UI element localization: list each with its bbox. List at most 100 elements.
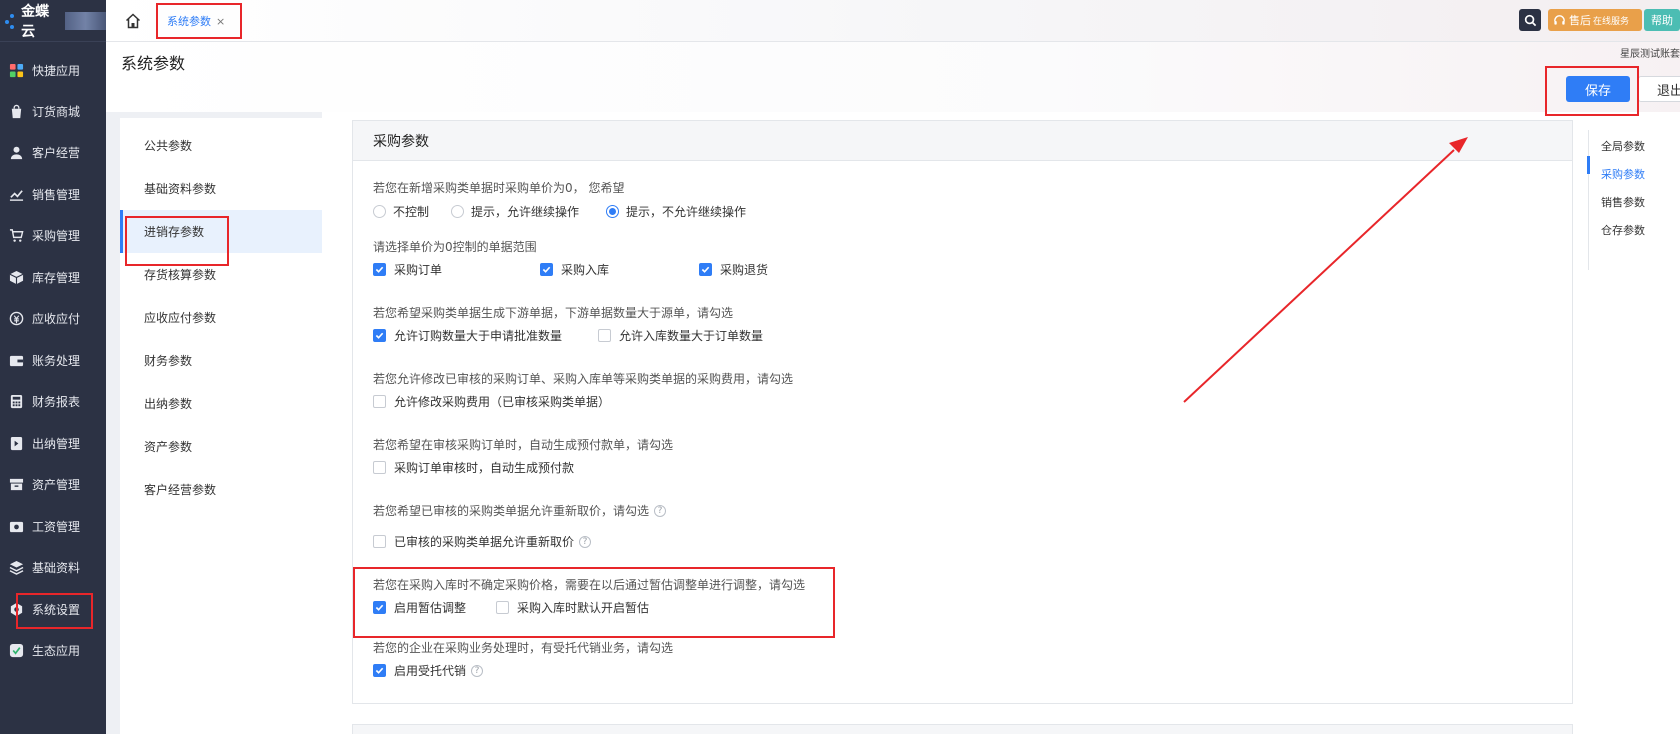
category-finance[interactable]: 财务参数: [120, 339, 322, 382]
sidebar-item-sales[interactable]: 销售管理: [0, 177, 106, 211]
checkbox-allow-modify-expense[interactable]: 允许修改采购费用（已审核采购类单据）: [373, 393, 610, 410]
sidebar-item-order-mall[interactable]: 订货商城: [0, 94, 106, 128]
checkbox-unchecked[interactable]: [373, 461, 386, 474]
account-set-name[interactable]: 星辰测试账套: [1620, 45, 1680, 60]
radio-circle[interactable]: [451, 205, 464, 218]
sidebar-item-salary[interactable]: 工资管理: [0, 509, 106, 543]
annotation-box-category: [125, 216, 229, 266]
option-label: 不控制: [393, 205, 430, 219]
help-circle-icon[interactable]: ?: [579, 535, 592, 548]
sidebar-item-purchase[interactable]: 采购管理: [0, 218, 106, 252]
checkbox-unchecked[interactable]: [598, 329, 611, 342]
question-consignment: 若您的企业在采购业务处理时，有受托代销业务，请勾选: [373, 641, 674, 655]
question-auto-prepayment: 若您希望在审核采购订单时，自动生成预付款单，请勾选: [373, 438, 674, 452]
logo[interactable]: 金蝶云: [0, 0, 106, 42]
anchor-purchase-params[interactable]: 采购参数: [1601, 166, 1645, 182]
search-button[interactable]: [1519, 9, 1541, 31]
sidebar-item-assets[interactable]: 资产管理: [0, 467, 106, 501]
anchor-global-params[interactable]: 全局参数: [1601, 138, 1645, 154]
category-customer-operation[interactable]: 客户经营参数: [120, 468, 322, 511]
next-panel-edge: [352, 724, 1573, 734]
checkbox-receipt-qty-over-order[interactable]: 允许入库数量大于订单数量: [598, 327, 763, 344]
top-bar: 系统参数 × 售后 在线服务 帮助: [106, 0, 1680, 42]
brand-suffix-blurred: [64, 11, 106, 30]
checkbox-checked[interactable]: [373, 329, 386, 342]
question-zero-price: 若您在新增采购类单据时采购单价为0， 您希望: [373, 181, 625, 195]
radio-warn-allow[interactable]: 提示，允许继续操作: [451, 203, 579, 220]
asset-icon: [9, 478, 24, 490]
annotation-box-tab: [156, 3, 242, 39]
category-public[interactable]: 公共参数: [120, 124, 322, 167]
coin-icon: [9, 311, 24, 325]
help-button[interactable]: 帮助: [1644, 9, 1680, 31]
option-label: 提示，不允许继续操作: [626, 205, 747, 219]
sidebar-item-label: 销售管理: [32, 187, 81, 202]
exit-button[interactable]: 退出: [1638, 76, 1680, 102]
question-reprice: 若您希望已审核的采购类单据允许重新取价，请勾选?: [373, 502, 667, 519]
radio-no-control[interactable]: 不控制: [373, 203, 429, 220]
section-anchor-nav: 全局参数 采购参数 销售参数 仓存参数: [1587, 130, 1680, 270]
question-zero-price-scope: 请选择单价为0控制的单据范围: [373, 240, 537, 254]
parameter-category-nav: 公共参数 基础资料参数 进销存参数 存货核算参数 应收应付参数 财务参数 出纳参…: [120, 118, 322, 734]
sidebar-item-inventory[interactable]: 库存管理: [0, 260, 106, 294]
option-label: 采购订单审核时，自动生成预付款: [394, 461, 575, 475]
anchor-sales-params[interactable]: 销售参数: [1601, 194, 1645, 210]
sidebar-item-label: 客户经营: [32, 145, 81, 160]
salary-icon: [9, 521, 24, 532]
sidebar-item-customer[interactable]: 客户经营: [0, 135, 106, 169]
checkbox-purchase-receipt[interactable]: 采购入库: [540, 261, 609, 278]
checkbox-enable-consignment[interactable]: 启用受托代销?: [373, 662, 484, 679]
checkbox-unchecked[interactable]: [373, 535, 386, 548]
checkbox-checked[interactable]: [699, 263, 712, 276]
sidebar-item-label: 生态应用: [32, 643, 81, 658]
sidebar-item-label: 基础资料: [32, 560, 81, 575]
checkbox-allow-reprice[interactable]: 已审核的采购类单据允许重新取价?: [373, 533, 592, 550]
checkbox-auto-prepayment[interactable]: 采购订单审核时，自动生成预付款: [373, 459, 574, 476]
sidebar-item-label: 订货商城: [32, 104, 81, 119]
after-sale-label: 售后: [1569, 14, 1591, 27]
check-icon: [375, 332, 384, 339]
option-label: 已审核的采购类单据允许重新取价: [394, 535, 575, 549]
check-icon: [701, 266, 710, 273]
checkbox-unchecked[interactable]: [373, 395, 386, 408]
option-label: 允许订购数量大于申请批准数量: [394, 329, 563, 343]
grid-icon: [9, 63, 24, 77]
sidebar-item-accounting[interactable]: 账务处理: [0, 343, 106, 377]
sidebar-item-ecosystem[interactable]: 生态应用: [0, 633, 106, 667]
help-circle-icon[interactable]: ?: [654, 504, 667, 517]
sidebar-item-label: 资产管理: [32, 477, 81, 492]
checkbox-order-qty-over-request[interactable]: 允许订购数量大于申请批准数量: [373, 327, 562, 344]
radio-circle[interactable]: [373, 205, 386, 218]
option-label: 采购入库: [561, 263, 610, 277]
radio-warn-block[interactable]: 提示，不允许继续操作: [606, 203, 746, 220]
checkbox-checked[interactable]: [373, 263, 386, 276]
checkbox-checked[interactable]: [540, 263, 553, 276]
checkbox-purchase-return[interactable]: 采购退货: [699, 261, 768, 278]
anchor-warehouse-params[interactable]: 仓存参数: [1601, 222, 1645, 238]
sidebar-item-financial-reports[interactable]: 财务报表: [0, 384, 106, 418]
sidebar-item-quick-apps[interactable]: 快捷应用: [0, 53, 106, 87]
sidebar-item-cashier[interactable]: 出纳管理: [0, 426, 106, 460]
sidebar-item-receivables[interactable]: 应收应付: [0, 301, 106, 335]
cashier-icon: [10, 436, 23, 450]
radio-circle-selected[interactable]: [606, 205, 619, 218]
sidebar-item-label: 采购管理: [32, 228, 81, 243]
home-icon[interactable]: [124, 12, 142, 30]
category-receivable-payable[interactable]: 应收应付参数: [120, 296, 322, 339]
after-sale-service-button[interactable]: 售后 在线服务: [1548, 9, 1642, 31]
category-cashier[interactable]: 出纳参数: [120, 382, 322, 425]
sidebar-item-label: 出纳管理: [32, 436, 81, 451]
category-basic-data[interactable]: 基础资料参数: [120, 167, 322, 210]
checkbox-purchase-order[interactable]: 采购订单: [373, 261, 442, 278]
annotation-box-provisional: [353, 567, 835, 638]
option-label: 启用受托代销: [394, 664, 467, 678]
page-title: 系统参数: [121, 54, 186, 73]
logo-dots-icon: [4, 12, 17, 30]
help-circle-icon[interactable]: ?: [471, 664, 484, 677]
option-label: 采购退货: [720, 263, 769, 277]
search-icon: [1524, 14, 1536, 26]
sidebar-item-basic-data[interactable]: 基础资料: [0, 550, 106, 584]
checkbox-checked[interactable]: [373, 664, 386, 677]
question-modify-expense: 若您允许修改已审核的采购订单、采购入库单等采购类单据的采购费用，请勾选: [373, 372, 794, 386]
category-assets[interactable]: 资产参数: [120, 425, 322, 468]
